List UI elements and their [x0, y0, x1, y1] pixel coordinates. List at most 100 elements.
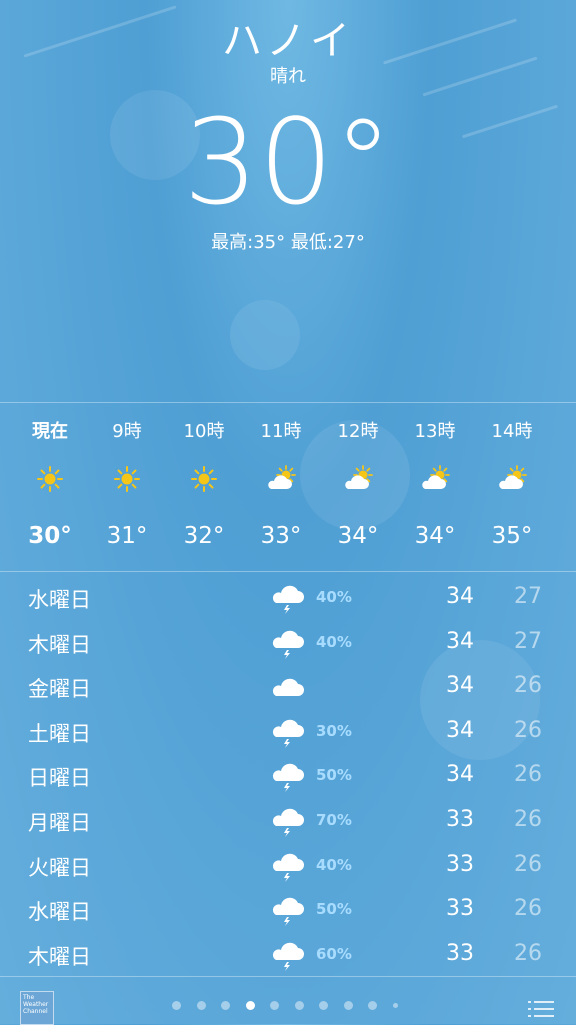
- daily-forecast-list[interactable]: 水曜日 40% 34 27 木曜日 40% 34 27 金曜日 34 26 土曜日 30% 34 26 日曜日…: [0, 576, 576, 977]
- list-icon[interactable]: [528, 999, 554, 1019]
- thunderstorm-icon: [270, 851, 306, 883]
- page-dot[interactable]: [294, 1001, 304, 1010]
- thunderstorm-icon: [270, 940, 306, 972]
- day-name: 水曜日: [28, 900, 91, 925]
- daily-row: 水曜日 50% 33 26: [0, 888, 576, 933]
- hourly-item: 15 3: [551, 403, 576, 571]
- low-temperature: 27: [514, 584, 542, 609]
- low-temperature: 26: [514, 717, 542, 743]
- hour-temperature: 33°: [260, 523, 302, 549]
- daily-row: 水曜日 40% 34 27: [0, 576, 576, 621]
- precipitation-chance: 50%: [316, 766, 352, 785]
- precipitation-chance: 60%: [316, 944, 352, 963]
- daily-row: 火曜日 40% 33 26: [0, 844, 576, 889]
- hour-temperature: 34°: [414, 523, 456, 549]
- thunderstorm-icon: [270, 895, 306, 927]
- weather-channel-logo-icon[interactable]: The Weather Channel: [20, 991, 54, 1025]
- high-temperature: 33: [446, 851, 474, 877]
- high-temperature: 34: [446, 762, 474, 788]
- thunderstorm-icon: [270, 628, 306, 660]
- hourly-item: 現在 30°: [12, 403, 88, 571]
- partly-cloudy-icon: [342, 465, 374, 493]
- thunderstorm-icon: [270, 806, 306, 838]
- thunderstorm-icon: [270, 583, 306, 615]
- sun-icon: [188, 465, 220, 493]
- day-name: 日曜日: [28, 766, 91, 791]
- day-name: 火曜日: [28, 855, 91, 880]
- daily-row: 月曜日 70% 33 26: [0, 799, 576, 844]
- hour-label: 12時: [337, 421, 379, 442]
- hour-temperature: 32°: [183, 523, 225, 549]
- page-dot[interactable]: [319, 1001, 328, 1010]
- hour-label: 現在: [32, 421, 68, 442]
- daily-row: 木曜日 40% 34 27: [0, 621, 576, 666]
- precipitation-chance: 50%: [316, 900, 352, 919]
- hourly-item: 12時 34°: [320, 403, 396, 571]
- high-low-temperature: 最高:35° 最低:27°: [211, 232, 365, 253]
- hour-temperature: 3: [551, 523, 576, 549]
- hour-label: 14時: [491, 421, 533, 442]
- high-temperature: 33: [446, 896, 474, 922]
- hourly-item: 11時 33°: [243, 403, 319, 571]
- hour-label: 9時: [112, 421, 142, 442]
- page-dot[interactable]: [196, 1001, 206, 1010]
- day-name: 金曜日: [28, 677, 91, 702]
- day-name: 木曜日: [28, 632, 91, 657]
- sun-icon: [111, 465, 143, 493]
- daily-row: 日曜日 50% 34 26: [0, 754, 576, 799]
- high-temperature: 34: [446, 584, 474, 609]
- hour-temperature: 34°: [337, 523, 379, 549]
- current-temperature: 30°: [183, 93, 393, 231]
- hour-temperature: 35°: [491, 523, 533, 549]
- page-dot[interactable]: [368, 1001, 377, 1010]
- low-temperature: 27: [514, 628, 542, 654]
- low-temperature: 26: [514, 762, 542, 788]
- thunderstorm-icon: [270, 761, 306, 793]
- day-name: 月曜日: [28, 810, 91, 835]
- page-dot[interactable]: [221, 1001, 230, 1010]
- day-name: 水曜日: [28, 588, 91, 612]
- low-temperature: 26: [514, 851, 542, 877]
- page-dot[interactable]: [245, 1001, 255, 1010]
- city-name: ハノイ: [222, 18, 354, 64]
- high-temperature: 34: [446, 628, 474, 654]
- hour-label: 10時: [183, 421, 225, 442]
- hour-label: 15: [551, 417, 576, 438]
- footer-bar: The Weather Channel: [0, 976, 576, 1025]
- high-temperature: 33: [446, 940, 474, 966]
- daily-row: 土曜日 30% 34 26: [0, 710, 576, 755]
- daily-row: 木曜日 60% 33 26: [0, 933, 576, 978]
- high-temperature: 34: [446, 673, 474, 699]
- page-dot[interactable]: [270, 1001, 279, 1010]
- precipitation-chance: 40%: [316, 588, 352, 606]
- sun-icon: [34, 465, 66, 493]
- low-temperature: 26: [514, 940, 542, 966]
- hour-label: 13時: [414, 421, 456, 442]
- hourly-item: 10時 32°: [166, 403, 242, 571]
- hour-temperature: 30°: [28, 523, 72, 549]
- daily-row: 金曜日 34 26: [0, 665, 576, 710]
- low-temperature: 26: [514, 673, 542, 699]
- day-name: 木曜日: [28, 944, 91, 969]
- hourly-forecast-strip[interactable]: 現在 30° 9時 31° 10時 32° 11時 33° 12時 34° 13時 34° 14時 35°…: [0, 402, 576, 572]
- page-dot[interactable]: [172, 1001, 181, 1010]
- precipitation-chance: 40%: [316, 632, 352, 651]
- hour-label: 11時: [260, 421, 302, 442]
- low-temperature: 26: [514, 806, 542, 832]
- page-dot[interactable]: [343, 1001, 353, 1010]
- page-dot[interactable]: [392, 1003, 398, 1008]
- high-temperature: 34: [446, 717, 474, 743]
- hourly-item: 13時 34°: [397, 403, 473, 571]
- hourly-item: 14時 35°: [474, 403, 550, 571]
- weather-condition: 晴れ: [270, 66, 306, 87]
- precipitation-chance: 70%: [316, 810, 352, 829]
- low-temperature: 26: [514, 896, 542, 922]
- partly-cloudy-icon: [496, 465, 528, 493]
- partly-cloudy-icon: [265, 465, 297, 493]
- hour-temperature: 31°: [106, 523, 148, 549]
- day-name: 土曜日: [28, 721, 91, 746]
- thunderstorm-icon: [270, 717, 306, 749]
- cloud-icon: [270, 672, 306, 704]
- precipitation-chance: 30%: [316, 721, 352, 740]
- precipitation-chance: 40%: [316, 855, 352, 874]
